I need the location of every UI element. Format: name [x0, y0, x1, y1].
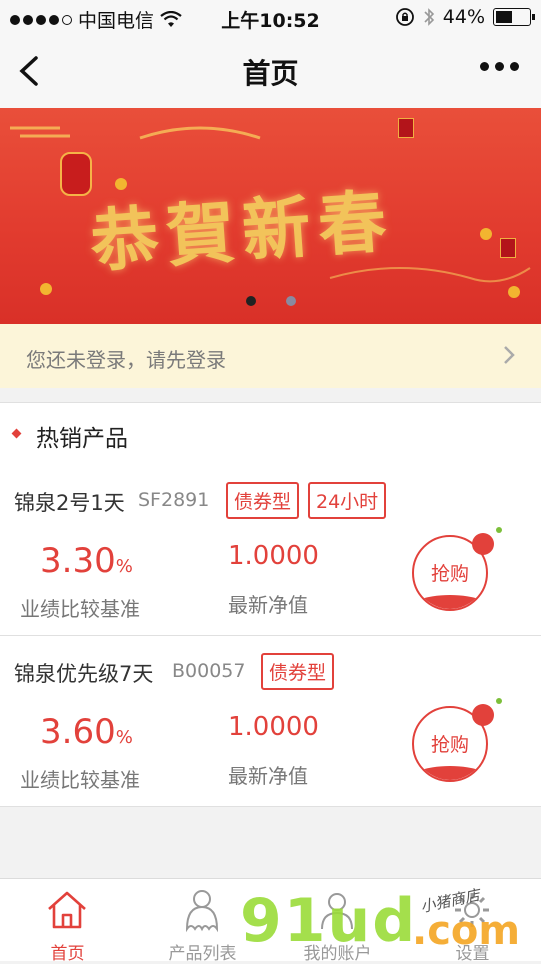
product-code: B00057 — [172, 660, 246, 682]
chevron-right-icon — [504, 346, 515, 364]
product-tag: 债券型 — [226, 482, 300, 519]
login-prompt[interactable]: 您还未登录，请先登录 — [0, 324, 541, 388]
login-prompt-text: 您还未登录，请先登录 — [26, 348, 226, 372]
nav-value: 1.0000 — [228, 541, 319, 571]
red-envelope-icon — [500, 238, 516, 258]
promo-banner[interactable]: 恭賀新春 — [0, 108, 541, 324]
status-bar: 中国电信 上午10:52 44% — [0, 0, 541, 36]
rotation-lock-icon — [395, 8, 414, 26]
tab-label: 首页 — [50, 944, 85, 964]
nav-label: 最新净值 — [228, 593, 308, 617]
product-name: 锦泉2号1天 — [14, 491, 125, 515]
banner-pagination — [0, 296, 541, 306]
nav-label: 最新净值 — [228, 764, 308, 788]
hot-products-header: 热销产品 — [0, 402, 541, 466]
section-title: 热销产品 — [36, 426, 128, 452]
buy-button-label: 抢购 — [430, 563, 469, 585]
rate-number: 3.60 — [40, 712, 116, 752]
rate-value: 3.60% — [40, 712, 133, 752]
banner-dot[interactable] — [285, 296, 296, 306]
buy-wave-decoration — [414, 595, 486, 609]
coin-icon — [40, 283, 52, 295]
product-name: 锦泉优先级7天 — [14, 662, 154, 686]
status-bar-right: 44% — [395, 6, 535, 28]
rate-label: 业绩比较基准 — [20, 768, 140, 792]
nav-value: 1.0000 — [228, 712, 319, 742]
rate-number: 3.30 — [40, 541, 116, 581]
mascot-icon — [472, 527, 502, 555]
bluetooth-icon — [424, 8, 434, 26]
rate-unit: % — [115, 556, 133, 577]
red-envelope-icon — [398, 118, 414, 138]
product-tag: 债券型 — [261, 653, 335, 690]
buy-button-label: 抢购 — [430, 734, 469, 756]
home-icon — [48, 891, 86, 929]
rate-unit: % — [115, 727, 133, 748]
rate-value: 3.30% — [40, 541, 133, 581]
watermark-logo: 91ud — [240, 886, 418, 956]
product-card[interactable]: 锦泉优先级7天 B00057 债券型 3.60% 业绩比较基准 1.0000 最… — [0, 636, 541, 807]
mascot-icon — [472, 698, 502, 726]
battery-percent: 44% — [442, 6, 485, 28]
rate-label: 业绩比较基准 — [20, 597, 140, 621]
coin-icon — [480, 228, 492, 240]
tab-home[interactable]: 首页 — [0, 879, 135, 964]
banner-greeting: 恭賀新春 — [88, 181, 397, 283]
product-list-icon — [185, 890, 219, 933]
page-title: 首页 — [242, 57, 299, 90]
diamond-bullet-icon — [11, 428, 22, 439]
product-tag: 24小时 — [308, 482, 387, 519]
more-dots-icon[interactable] — [480, 62, 519, 71]
product-card[interactable]: 锦泉2号1天 SF2891 债券型 24小时 3.30% 业绩比较基准 1.00… — [0, 465, 541, 636]
battery-icon — [493, 8, 535, 26]
nav-bar: 首页 — [0, 36, 541, 108]
product-code: SF2891 — [138, 489, 210, 511]
buy-wave-decoration — [414, 766, 486, 780]
banner-dot-active[interactable] — [245, 296, 256, 306]
